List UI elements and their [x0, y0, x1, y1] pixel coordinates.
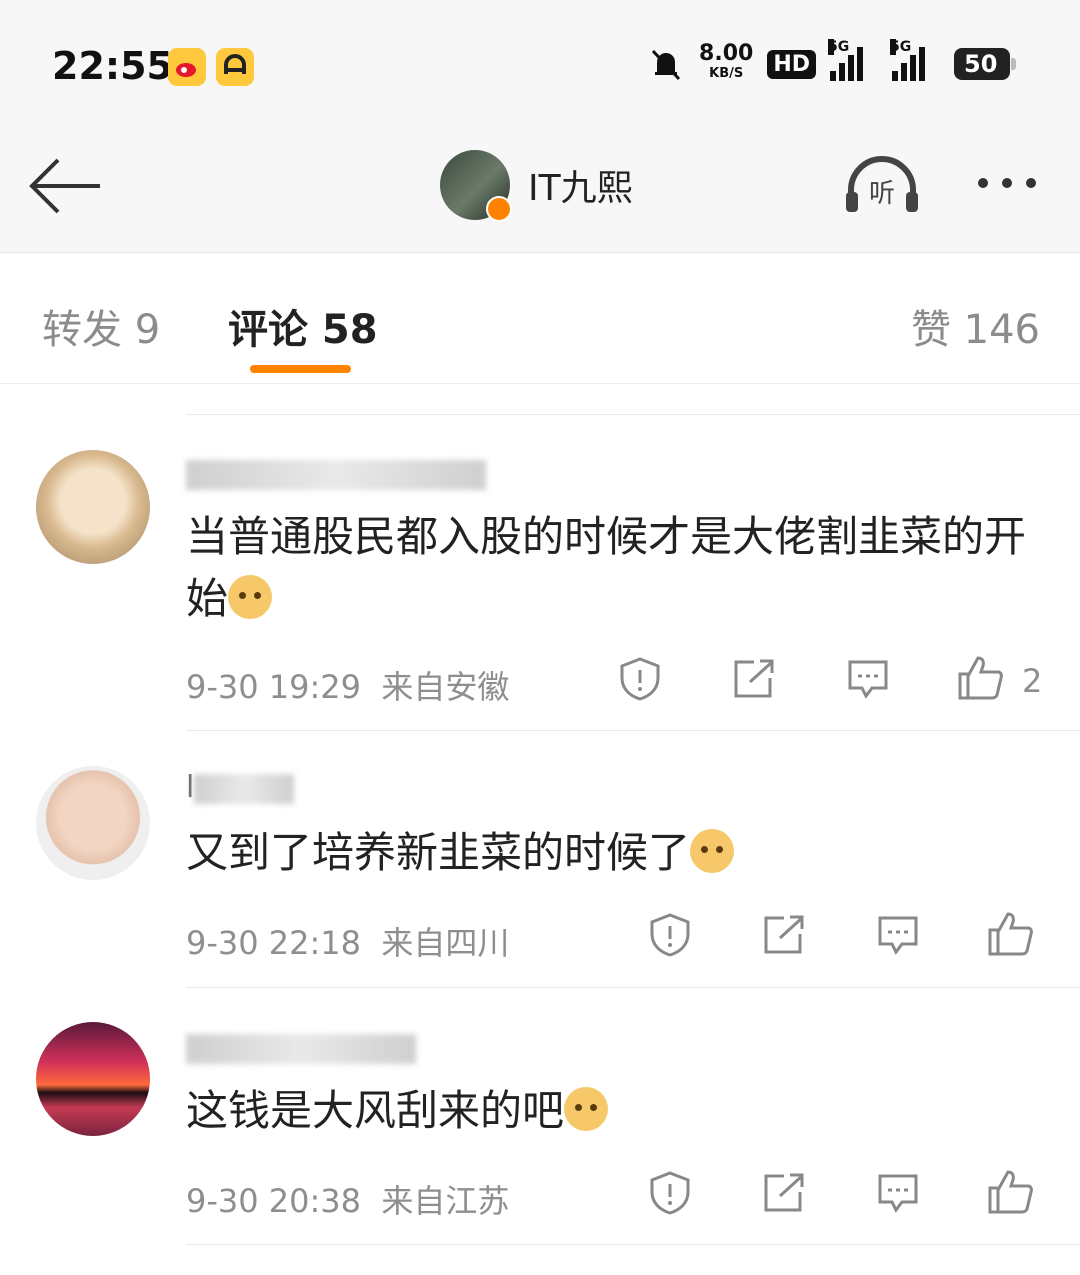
divider — [186, 1244, 1080, 1245]
like-thumb-icon[interactable] — [956, 654, 1004, 702]
doge-emoji-icon — [690, 829, 735, 873]
comment-meta-1: 9-30 19:29 来自安徽 — [186, 668, 510, 706]
header-avatar[interactable] — [440, 150, 512, 222]
report-icon[interactable] — [648, 912, 692, 958]
comment-username-2[interactable]: l — [186, 770, 295, 805]
divider — [186, 730, 1080, 731]
status-bar: 22:55 8.00 KB/S HD 5G 5G 50 — [0, 0, 1080, 130]
signal-icon-2: 5G — [890, 39, 940, 81]
tab-bar: 转发 9 评论 58 赞 146 — [0, 253, 1080, 384]
like-thumb-icon[interactable] — [986, 1168, 1034, 1216]
comment-reply-icon[interactable] — [876, 914, 920, 956]
comment-text-3: 这钱是大风刮来的吧 — [186, 1080, 1026, 1142]
report-icon[interactable] — [618, 656, 662, 702]
comment-username-1[interactable] — [186, 456, 486, 491]
doge-emoji-icon — [564, 1087, 609, 1131]
listen-button[interactable]: 听 — [843, 156, 921, 220]
tab-active-indicator — [250, 365, 351, 373]
header-user[interactable]: IT九熙 — [440, 150, 633, 222]
comment-username-3[interactable] — [186, 1030, 416, 1065]
divider — [186, 987, 1080, 988]
repost-icon[interactable] — [762, 914, 806, 956]
more-options-icon[interactable] — [978, 178, 1036, 188]
headphones-icon: 听 — [846, 156, 918, 212]
battery-indicator: 50 — [954, 48, 1016, 80]
status-indicators: 8.00 KB/S HD 5G 5G 50 — [647, 39, 1016, 84]
comment-avatar-2[interactable] — [36, 766, 150, 880]
comment-avatar-3[interactable] — [36, 1022, 150, 1136]
comment-avatar-1[interactable] — [36, 450, 150, 564]
repost-icon[interactable] — [762, 1172, 806, 1214]
app-notification-icon — [216, 48, 254, 86]
comment-reply-icon[interactable] — [876, 1172, 920, 1214]
like-count-1: 2 — [1022, 662, 1043, 700]
verified-badge-icon — [486, 196, 512, 222]
tab-comment[interactable]: 评论 58 — [228, 297, 378, 355]
hd-badge: HD — [767, 49, 816, 79]
divider — [186, 414, 1080, 415]
mute-bell-icon — [651, 49, 681, 81]
tab-like[interactable]: 赞 146 — [911, 297, 1040, 355]
comment-text-2: 又到了培养新韭菜的时候了 — [186, 822, 1026, 884]
header-title[interactable]: IT九熙 — [528, 159, 633, 211]
like-thumb-icon[interactable] — [986, 910, 1034, 958]
comment-meta-3: 9-30 20:38 来自江苏 — [186, 1182, 510, 1220]
comment-reply-icon[interactable] — [846, 658, 890, 700]
report-icon[interactable] — [648, 1170, 692, 1216]
comment-text-1: 当普通股民都入股的时候才是大佬割韭菜的开始 — [186, 512, 1027, 623]
status-time: 22:55 — [52, 44, 173, 88]
signal-icon-1: 5G — [828, 39, 878, 81]
net-speed: 8.00 KB/S — [699, 41, 754, 82]
repost-icon[interactable] — [732, 658, 776, 700]
tab-repost[interactable]: 转发 9 — [42, 297, 160, 355]
doge-emoji-icon — [228, 575, 273, 619]
svg-text:听: 听 — [869, 179, 895, 209]
weibo-app-icon — [168, 48, 206, 86]
back-arrow-icon[interactable] — [28, 150, 104, 226]
comment-meta-2: 9-30 22:18 来自四川 — [186, 924, 510, 962]
